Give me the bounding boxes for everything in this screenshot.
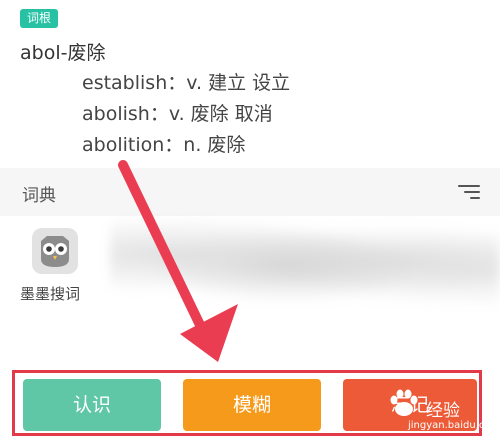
vague-button[interactable]: 模糊 — [183, 379, 321, 431]
derived-word-item: abolition：n. 废除 — [82, 134, 246, 156]
root-badge: 词根 — [20, 9, 59, 28]
dictionary-title: 词典 — [22, 186, 56, 206]
derived-word-list: establish：v. 建立 设立 abolish：v. 废除 取消 abol… — [82, 68, 290, 161]
filter-icon[interactable] — [458, 183, 480, 201]
answer-options: 认识 模糊 忘记 — [12, 370, 482, 436]
derived-word-item: establish：v. 建立 设立 — [82, 72, 291, 94]
know-button[interactable]: 认识 — [23, 379, 161, 431]
forget-button[interactable]: 忘记 — [343, 379, 477, 431]
derived-word-item: abolish：v. 废除 取消 — [82, 103, 273, 125]
root-word: abol-废除 — [20, 42, 106, 64]
app-name: 墨墨搜词 — [20, 285, 81, 303]
blurred-content — [110, 205, 500, 315]
owl-icon — [32, 228, 78, 274]
